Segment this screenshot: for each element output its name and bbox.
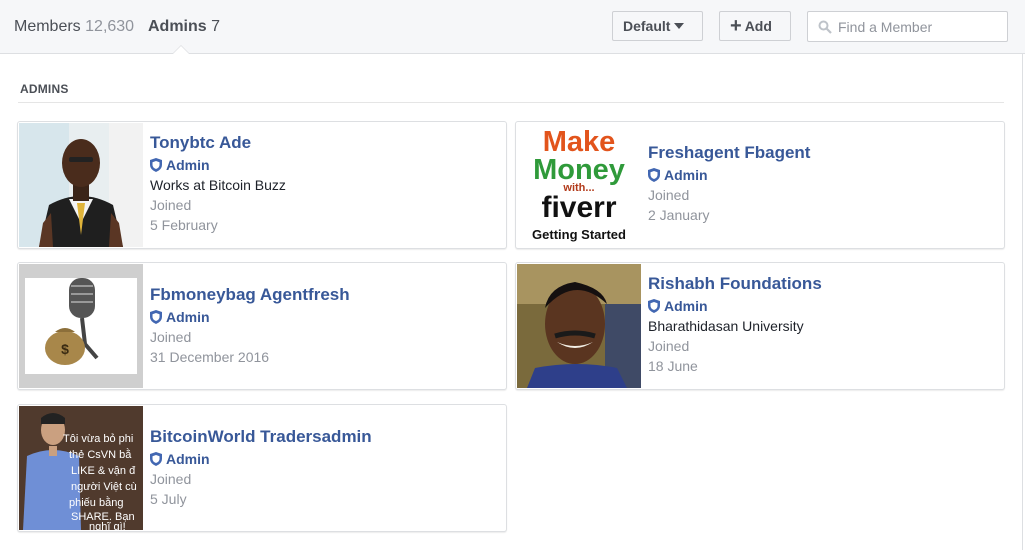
photo-text-line: phiếu bằng bbox=[69, 496, 123, 509]
admin-role-label: Admin bbox=[664, 167, 708, 183]
tab-admins-count: 7 bbox=[211, 18, 221, 35]
admin-role-badge: Admin bbox=[150, 155, 498, 175]
joined-date: 5 February bbox=[150, 217, 218, 233]
admin-role-badge: Admin bbox=[648, 296, 996, 316]
joined-label: Joined bbox=[648, 338, 690, 354]
sort-dropdown-label: Default bbox=[623, 18, 671, 34]
joined-date: 5 July bbox=[150, 491, 187, 507]
shield-icon bbox=[648, 299, 660, 313]
profile-photo[interactable] bbox=[19, 123, 143, 247]
photo-text-line: người Việt cù bbox=[71, 481, 137, 493]
tab-admins[interactable]: Admins 7 bbox=[148, 18, 220, 36]
svg-text:$: $ bbox=[61, 341, 69, 357]
admin-info: Tonybtc Ade Admin Works at Bitcoin Buzz … bbox=[150, 122, 498, 248]
add-member-label: Add bbox=[744, 18, 772, 34]
admin-detail: Bharathidasan University bbox=[648, 318, 804, 334]
shield-icon bbox=[150, 158, 162, 172]
admin-card: $ Fbmoneybag Agentfresh Admin Joined 31 … bbox=[17, 262, 507, 390]
admin-role-label: Admin bbox=[664, 298, 708, 314]
joined-date: 31 December 2016 bbox=[150, 349, 270, 365]
profile-photo[interactable]: Make Money with... fiverr Getting Starte… bbox=[517, 123, 641, 247]
admin-name-link[interactable]: Fbmoneybag Agentfresh bbox=[150, 285, 498, 305]
add-member-button[interactable]: + Add bbox=[719, 11, 791, 41]
profile-photo-image bbox=[19, 123, 143, 247]
profile-photo-image: Tôi vừa bỏ phi thẻ CsVN bằ LIKE & vận đ … bbox=[19, 406, 143, 530]
admin-role-badge: Admin bbox=[150, 449, 498, 469]
shield-icon bbox=[150, 452, 162, 466]
find-member-search bbox=[807, 11, 1008, 42]
search-input[interactable] bbox=[838, 16, 1003, 37]
admin-role-label: Admin bbox=[166, 309, 210, 325]
admin-role-label: Admin bbox=[166, 451, 210, 467]
photo-text-line: LIKE & vận đ bbox=[71, 465, 136, 477]
admin-info: Freshagent Fbagent Admin Joined 2 Januar… bbox=[648, 122, 996, 248]
joined-label: Joined bbox=[150, 197, 192, 213]
joined-date: 18 June bbox=[648, 358, 698, 374]
joined-label: Joined bbox=[648, 187, 690, 203]
members-header-bar: Members 12,630 Admins 7 Default + Add bbox=[0, 0, 1025, 54]
profile-photo-image bbox=[517, 264, 641, 388]
admin-role-label: Admin bbox=[166, 157, 210, 173]
photo-text-line: fiverr bbox=[541, 191, 616, 224]
section-title: ADMINS bbox=[20, 82, 69, 96]
sort-dropdown-button[interactable]: Default bbox=[612, 11, 703, 41]
profile-photo[interactable]: $ bbox=[19, 264, 143, 388]
photo-text-line: Getting Started bbox=[532, 227, 626, 242]
tab-admins-label: Admins bbox=[148, 18, 207, 35]
admin-detail: Works at Bitcoin Buzz bbox=[150, 177, 286, 193]
search-icon bbox=[818, 20, 832, 34]
tab-members[interactable]: Members 12,630 bbox=[14, 18, 134, 36]
active-tab-caret bbox=[173, 46, 189, 54]
section-divider bbox=[18, 102, 1004, 103]
admin-card: Tonybtc Ade Admin Works at Bitcoin Buzz … bbox=[17, 121, 507, 249]
plus-icon: + bbox=[730, 15, 742, 37]
tab-members-label: Members bbox=[14, 18, 81, 35]
shield-icon bbox=[648, 168, 660, 182]
tab-members-count: 12,630 bbox=[85, 18, 135, 35]
profile-photo[interactable] bbox=[517, 264, 641, 388]
profile-photo-image: $ bbox=[19, 264, 143, 388]
photo-text-line: thẻ CsVN bằ bbox=[69, 448, 132, 461]
profile-photo[interactable]: Tôi vừa bỏ phi thẻ CsVN bằ LIKE & vận đ … bbox=[19, 406, 143, 530]
profile-photo-image: Make Money with... fiverr Getting Starte… bbox=[517, 123, 641, 247]
admin-role-badge: Admin bbox=[150, 307, 498, 327]
admin-info: Fbmoneybag Agentfresh Admin Joined 31 De… bbox=[150, 263, 498, 389]
joined-date: 2 January bbox=[648, 207, 710, 223]
panel-right-border bbox=[1022, 54, 1023, 550]
photo-text-line: nghĩ gì! bbox=[89, 521, 126, 530]
admin-name-link[interactable]: BitcoinWorld Tradersadmin bbox=[150, 427, 498, 447]
shield-icon bbox=[150, 310, 162, 324]
admin-name-link[interactable]: Tonybtc Ade bbox=[150, 133, 498, 153]
admin-card: Rishabh Foundations Admin Bharathidasan … bbox=[515, 262, 1005, 390]
admin-info: Rishabh Foundations Admin Bharathidasan … bbox=[648, 263, 996, 389]
admin-card: Tôi vừa bỏ phi thẻ CsVN bằ LIKE & vận đ … bbox=[17, 404, 507, 532]
photo-text-line: Tôi vừa bỏ phi bbox=[63, 433, 133, 445]
chevron-down-icon bbox=[674, 23, 685, 29]
joined-label: Joined bbox=[150, 471, 192, 487]
admin-info: BitcoinWorld Tradersadmin Admin Joined 5… bbox=[150, 405, 498, 531]
admin-name-link[interactable]: Freshagent Fbagent bbox=[648, 143, 996, 163]
admin-card: Make Money with... fiverr Getting Starte… bbox=[515, 121, 1005, 249]
joined-label: Joined bbox=[150, 329, 192, 345]
admin-role-badge: Admin bbox=[648, 165, 996, 185]
admin-name-link[interactable]: Rishabh Foundations bbox=[648, 274, 996, 294]
